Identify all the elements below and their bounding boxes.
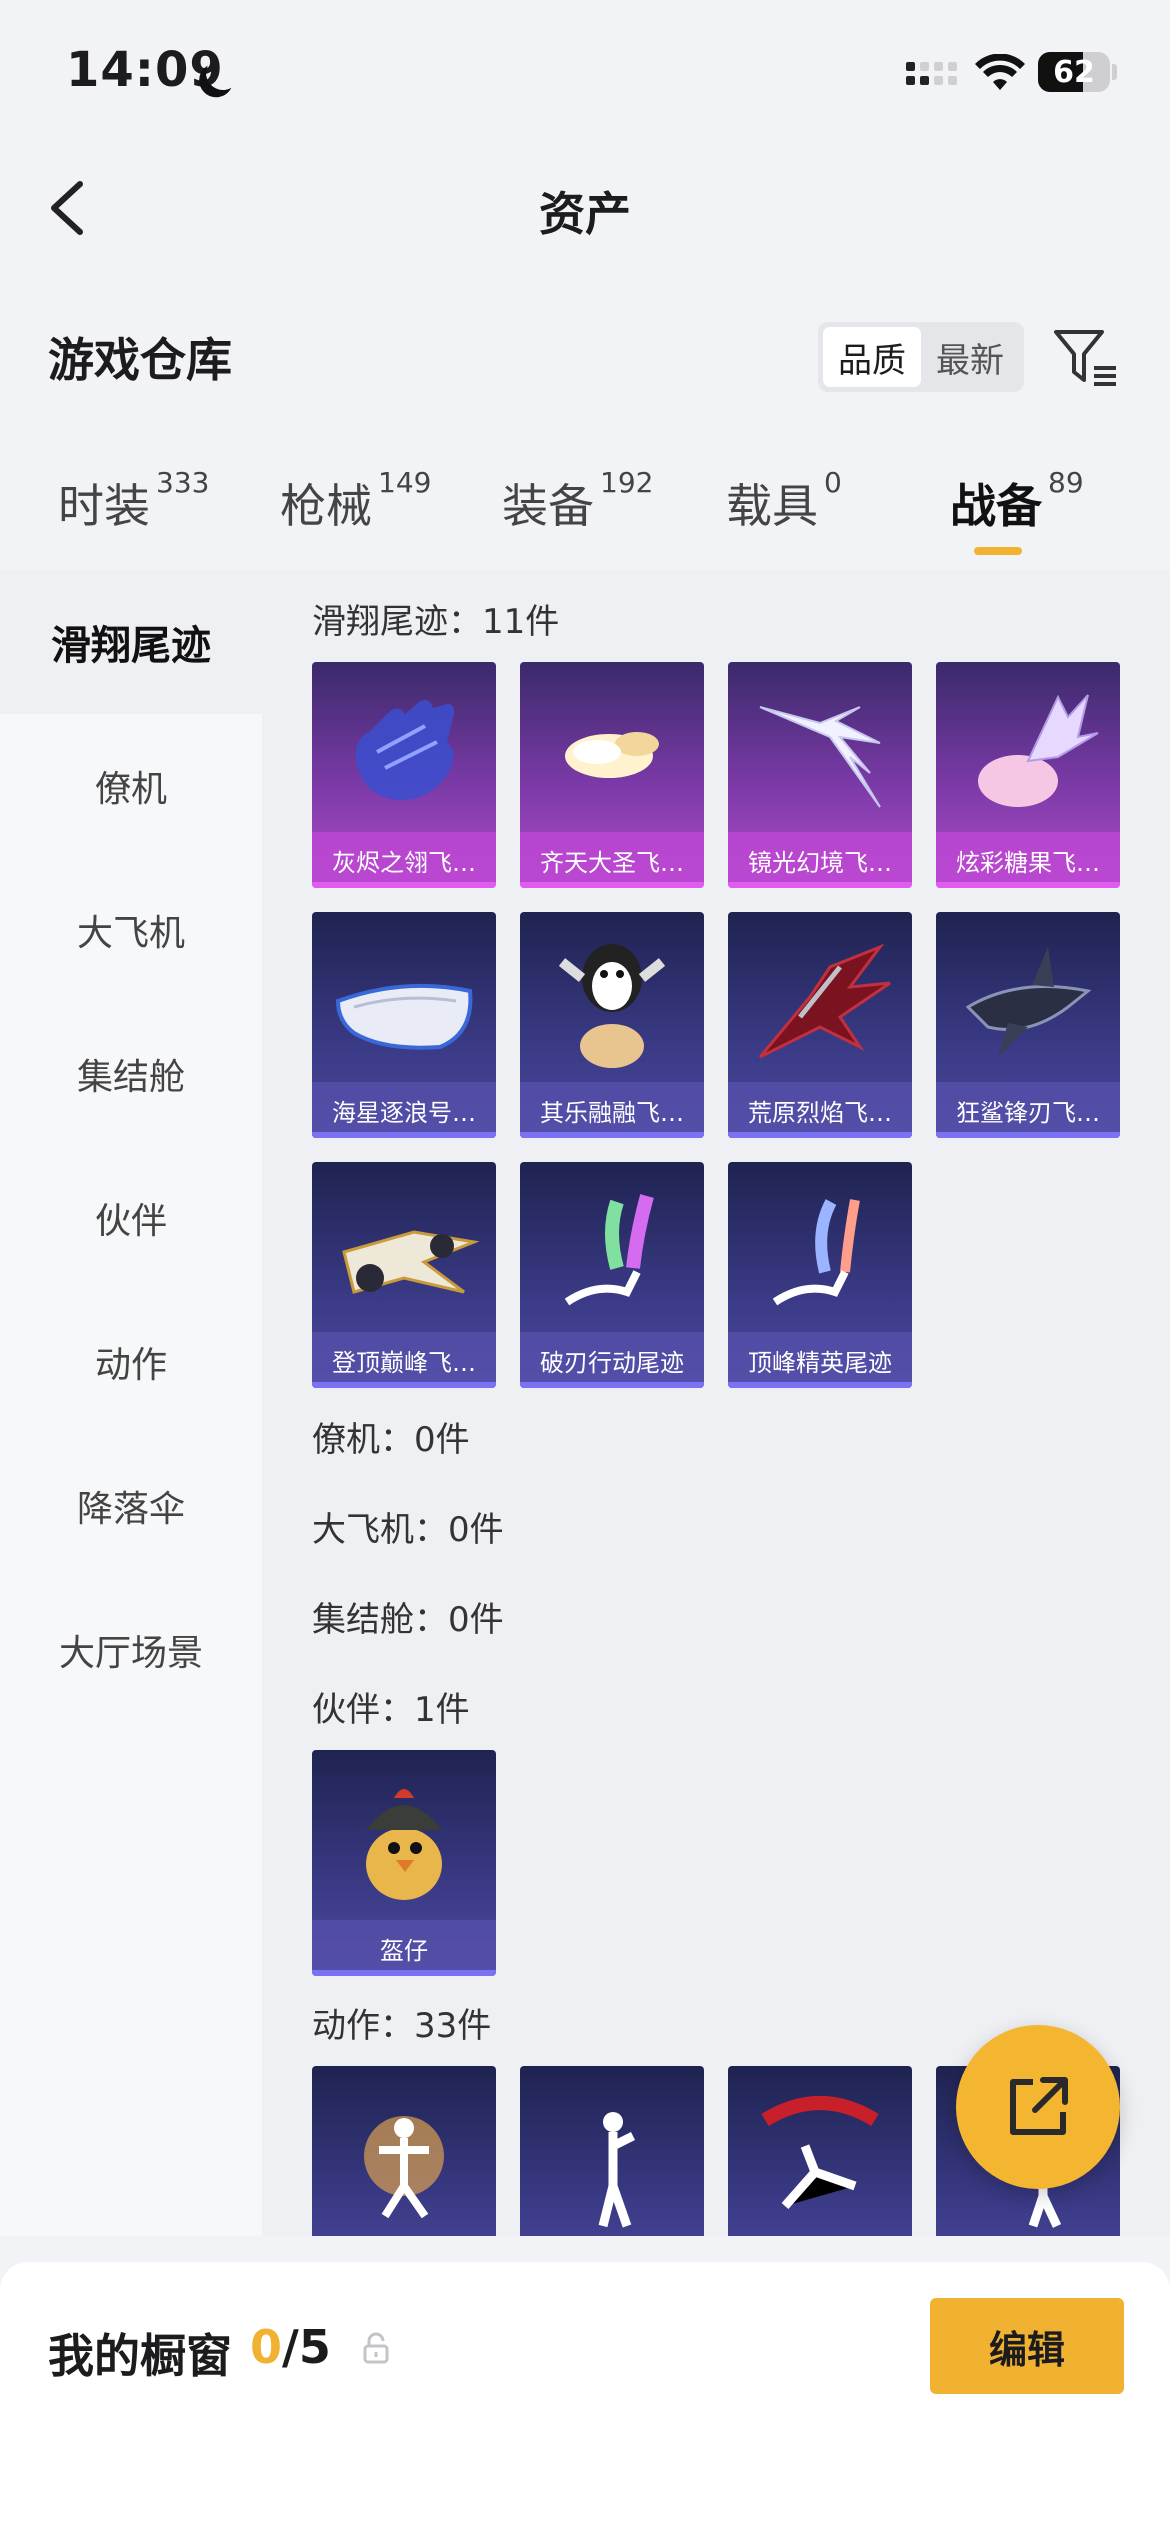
item-card[interactable]: 顶峰精英尾迹 xyxy=(728,1162,912,1388)
showcase-count: 0/5 xyxy=(250,2320,331,2374)
status-bar: 14:09 62 xyxy=(0,0,1170,150)
section-header-aircraft: 大飞机：0件 xyxy=(312,1510,504,1550)
boat-icon xyxy=(335,983,473,1050)
sidebar-item-emote[interactable]: 动作 xyxy=(0,1290,262,1434)
warehouse-title: 游戏仓库 xyxy=(48,333,232,387)
rainbow-trail-icon xyxy=(564,1194,654,1306)
smoke-trail-icon xyxy=(772,1199,860,1306)
item-card[interactable]: 炫彩糖果飞… xyxy=(936,662,1120,888)
category-sidebar: 滑翔尾迹 僚机 大飞机 集结舱 伙伴 动作 降落伞 大厅场景 xyxy=(0,570,262,2236)
section-header-emote: 动作：33件 xyxy=(312,2006,492,2046)
external-link-icon xyxy=(1010,2077,1068,2135)
tab-battle-prep[interactable]: 战备 89 xyxy=(950,466,1084,536)
dancer-sparkle-icon xyxy=(364,2116,444,2219)
item-card[interactable]: 登顶巅峰飞… xyxy=(312,1162,496,1388)
shark-icon xyxy=(965,947,1092,1057)
jet-icon xyxy=(342,1230,480,1294)
spider-hero-icon xyxy=(761,2096,879,2209)
cloud-icon xyxy=(565,732,659,778)
item-card[interactable]: 狂鲨锋刃飞… xyxy=(936,912,1120,1138)
tab-vehicles[interactable]: 载具 0 xyxy=(726,466,842,536)
section-header-wingman: 僚机：0件 xyxy=(312,1420,470,1460)
sidebar-item-wingman[interactable]: 僚机 xyxy=(0,714,262,858)
battery-tip xyxy=(1112,64,1117,80)
active-tab-indicator xyxy=(974,547,1022,555)
category-tabs: 时装 333 枪械 149 装备 192 载具 0 战备 89 xyxy=(0,460,1170,570)
edit-button[interactable]: 编辑 xyxy=(930,2298,1124,2394)
item-card[interactable]: 破刃行动尾迹 xyxy=(520,1162,704,1388)
item-card[interactable] xyxy=(728,2066,912,2236)
item-card[interactable] xyxy=(520,2066,704,2236)
sidebar-item-aircraft[interactable]: 大飞机 xyxy=(0,858,262,1002)
item-card[interactable]: 荒原烈焰飞… xyxy=(728,912,912,1138)
status-time: 14:09 xyxy=(66,42,224,98)
battery-level: 62 xyxy=(1053,55,1095,90)
showcase-bar: 我的橱窗 0/5 编辑 xyxy=(0,2262,1170,2532)
item-card[interactable]: 海星逐浪号… xyxy=(312,912,496,1138)
share-button[interactable] xyxy=(956,2025,1120,2189)
section-header-partner: 伙伴：1件 xyxy=(312,1690,470,1730)
sidebar-item-pod[interactable]: 集结舱 xyxy=(0,1002,262,1146)
wings-icon xyxy=(759,706,881,808)
section-header-pod: 集结舱：0件 xyxy=(312,1600,504,1640)
sort-quality-button[interactable]: 品质 xyxy=(823,327,921,387)
partner-grid: 盔仔 xyxy=(312,1750,1120,1976)
penguin-icon xyxy=(558,944,666,1068)
sidebar-item-lobby-scene[interactable]: 大厅场景 xyxy=(0,1578,262,1722)
lock-icon xyxy=(363,2332,389,2364)
tab-fashion[interactable]: 时装 333 xyxy=(58,466,209,536)
item-content: 滑翔尾迹：11件 灰烬之翎飞… 齐天大圣飞… 镜光幻境飞… 炫彩糖果飞… 海星逐… xyxy=(262,570,1170,2236)
nav-bar: 资产 xyxy=(0,150,1170,260)
pose-figure-icon xyxy=(598,2112,636,2228)
sidebar-item-glide-trail[interactable]: 滑翔尾迹 xyxy=(0,570,262,714)
dragon-icon xyxy=(758,943,891,1059)
glove-icon xyxy=(355,700,455,801)
item-card[interactable]: 镜光幻境飞… xyxy=(728,662,912,888)
battery-icon: 62 xyxy=(1038,52,1110,92)
chick-helmet-icon xyxy=(366,1789,442,1900)
item-card[interactable]: 其乐融融飞… xyxy=(520,912,704,1138)
item-card[interactable]: 盔仔 xyxy=(312,1750,496,1976)
wifi-icon xyxy=(975,54,1025,90)
candy-icon xyxy=(978,694,1099,807)
filter-icon[interactable] xyxy=(1050,322,1120,392)
section-header-glide-trail: 滑翔尾迹：11件 xyxy=(312,602,560,642)
sidebar-item-parachute[interactable]: 降落伞 xyxy=(0,1434,262,1578)
item-card[interactable] xyxy=(312,2066,496,2236)
tab-equipment[interactable]: 装备 192 xyxy=(502,466,653,536)
sort-latest-button[interactable]: 最新 xyxy=(921,327,1019,387)
tab-guns[interactable]: 枪械 149 xyxy=(280,466,431,536)
item-card[interactable]: 齐天大圣飞… xyxy=(520,662,704,888)
sidebar-item-partner[interactable]: 伙伴 xyxy=(0,1146,262,1290)
sort-segmented-control: 品质 最新 xyxy=(818,322,1024,392)
page-title: 资产 xyxy=(539,187,631,241)
showcase-title: 我的橱窗 xyxy=(48,2329,232,2383)
glide-trail-grid: 灰烬之翎飞… 齐天大圣飞… 镜光幻境飞… 炫彩糖果飞… 海星逐浪号… 其乐融融飞… xyxy=(312,662,1120,1388)
cellular-signal-icon xyxy=(906,62,957,85)
item-card[interactable]: 灰烬之翎飞… xyxy=(312,662,496,888)
